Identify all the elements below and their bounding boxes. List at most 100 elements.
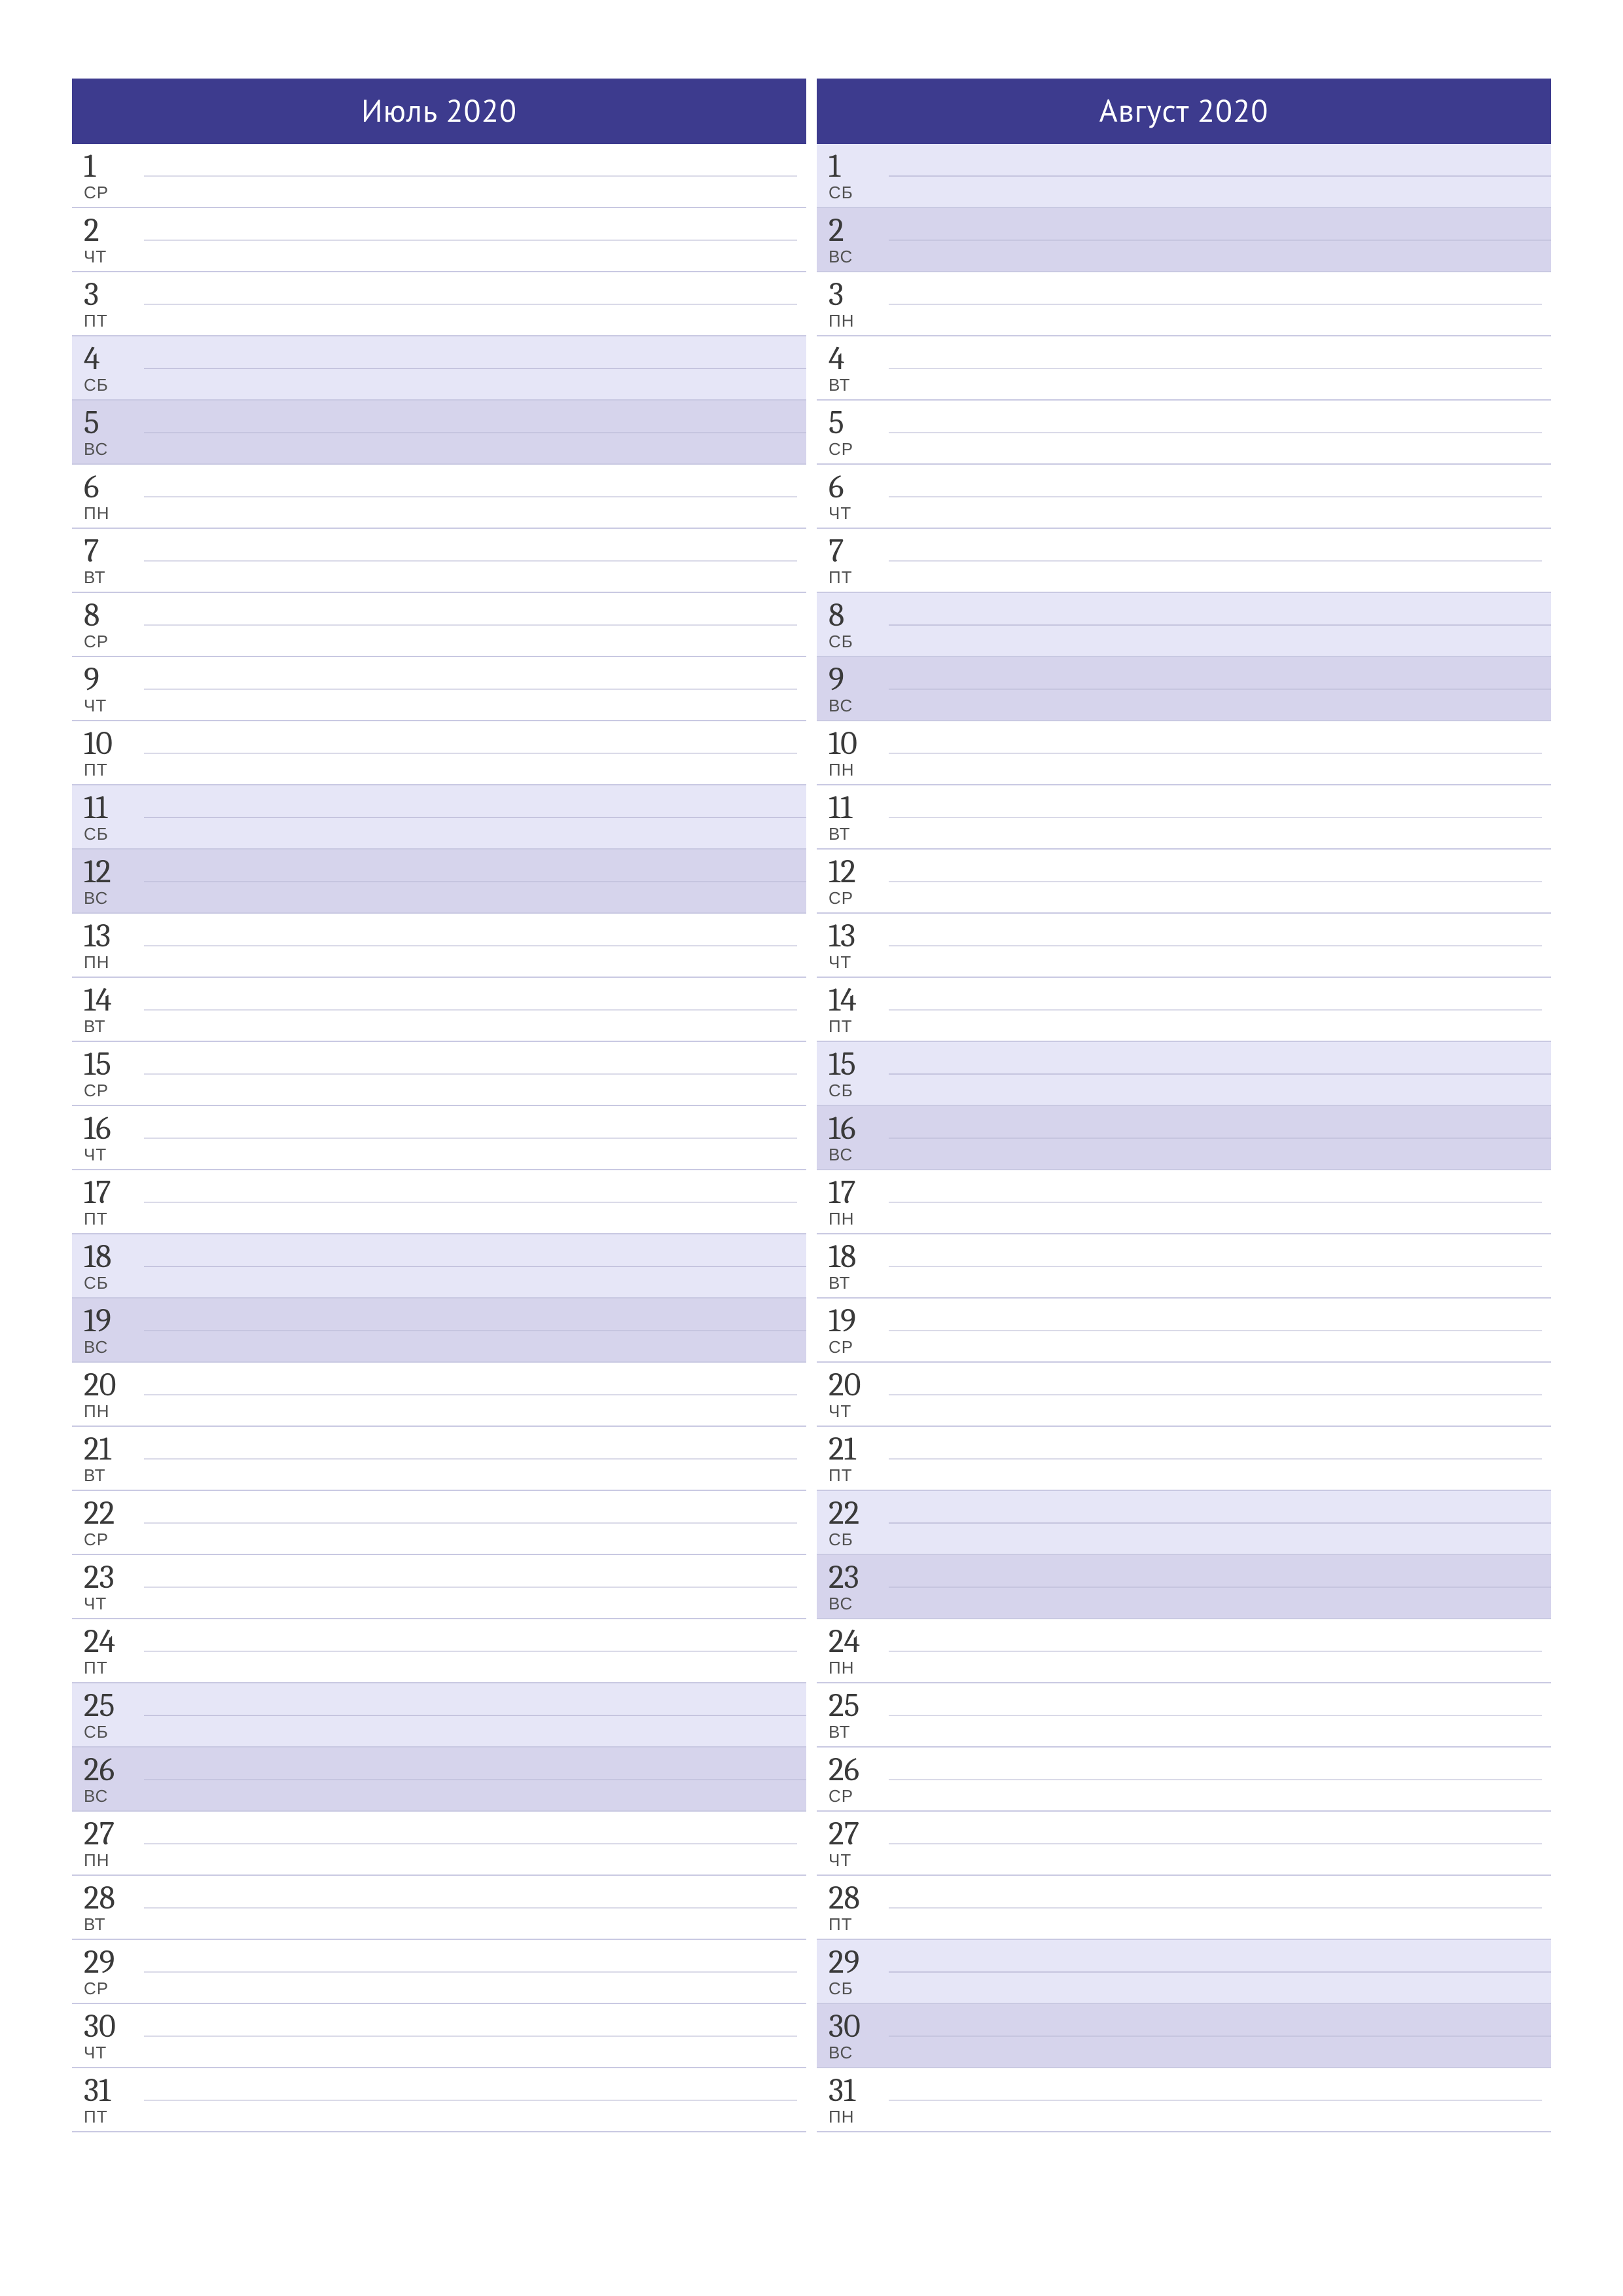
day-row: 27ЧТ [817, 1812, 1551, 1876]
date-block: 25ВТ [817, 1683, 889, 1746]
date-weekday: ПТ [84, 761, 144, 778]
date-block: 1СБ [817, 144, 889, 207]
date-weekday: СБ [84, 825, 144, 842]
note-area [889, 1106, 1551, 1169]
date-weekday: ПН [84, 954, 144, 971]
date-block: 27ПН [72, 1812, 144, 1874]
date-block: 8СБ [817, 593, 889, 656]
date-block: 22СР [72, 1491, 144, 1554]
date-weekday: ПТ [829, 1467, 889, 1484]
note-area [144, 465, 806, 528]
date-block: 23ВС [817, 1555, 889, 1618]
date-number: 18 [84, 1240, 144, 1273]
date-block: 18СБ [72, 1234, 144, 1297]
date-weekday: ВС [829, 697, 889, 714]
day-row: 31ПН [817, 2068, 1551, 2132]
date-weekday: ПН [84, 1403, 144, 1420]
date-number: 19 [829, 1304, 889, 1337]
note-area [144, 914, 806, 977]
day-row: 10ПТ [72, 721, 806, 785]
note-area [144, 1619, 806, 1682]
day-row: 29СБ [817, 1940, 1551, 2004]
date-block: 16ЧТ [72, 1106, 144, 1169]
day-row: 11СБ [72, 785, 806, 850]
day-row: 16ВС [817, 1106, 1551, 1170]
month-title: Август 2020 [817, 79, 1551, 144]
date-weekday: СБ [84, 1274, 144, 1291]
date-number: 7 [84, 535, 144, 567]
day-row: 27ПН [72, 1812, 806, 1876]
date-weekday: ВС [829, 1595, 889, 1612]
day-row: 1СБ [817, 144, 1551, 208]
date-number: 30 [829, 2010, 889, 2043]
date-weekday: СР [84, 1980, 144, 1997]
date-number: 24 [84, 1625, 144, 1658]
date-weekday: ПН [829, 312, 889, 329]
day-row: 4СБ [72, 336, 806, 401]
date-weekday: ПН [84, 1852, 144, 1869]
date-block: 29СР [72, 1940, 144, 2003]
day-row: 20ЧТ [817, 1363, 1551, 1427]
note-area [889, 2068, 1551, 2131]
note-area [144, 401, 806, 463]
date-block: 15СБ [817, 1042, 889, 1105]
date-block: 21ПТ [817, 1427, 889, 1490]
date-weekday: ВС [84, 889, 144, 906]
date-weekday: СБ [829, 1082, 889, 1099]
date-number: 10 [829, 727, 889, 760]
date-number: 5 [829, 406, 889, 439]
date-block: 7ПТ [817, 529, 889, 592]
day-row: 18СБ [72, 1234, 806, 1299]
note-area [889, 1683, 1551, 1746]
date-number: 25 [829, 1689, 889, 1722]
date-block: 13ЧТ [817, 914, 889, 977]
note-area [889, 529, 1551, 592]
day-row: 13ЧТ [817, 914, 1551, 978]
day-row: 14ВТ [72, 978, 806, 1042]
date-weekday: ПТ [84, 2108, 144, 2125]
note-area [144, 1876, 806, 1939]
day-row: 7ПТ [817, 529, 1551, 593]
date-weekday: СР [829, 1338, 889, 1355]
date-number: 23 [829, 1561, 889, 1594]
date-number: 6 [84, 471, 144, 503]
date-block: 11СБ [72, 785, 144, 848]
date-block: 28ПТ [817, 1876, 889, 1939]
date-number: 16 [84, 1112, 144, 1145]
date-number: 31 [829, 2074, 889, 2107]
day-row: 3ПТ [72, 272, 806, 336]
note-area [144, 1170, 806, 1233]
date-weekday: СР [84, 184, 144, 201]
date-number: 17 [829, 1176, 889, 1209]
note-area [144, 1363, 806, 1426]
note-area [889, 1299, 1551, 1361]
date-number: 20 [84, 1369, 144, 1401]
date-number: 29 [829, 1946, 889, 1979]
date-block: 28ВТ [72, 1876, 144, 1939]
day-row: 26ВС [72, 1748, 806, 1812]
note-area [889, 785, 1551, 848]
date-weekday: ПТ [84, 1210, 144, 1227]
date-number: 28 [84, 1882, 144, 1914]
day-row: 10ПН [817, 721, 1551, 785]
day-row: 19СР [817, 1299, 1551, 1363]
date-number: 7 [829, 535, 889, 567]
day-row: 2ЧТ [72, 208, 806, 272]
note-area [144, 144, 806, 207]
day-row: 4ВТ [817, 336, 1551, 401]
date-block: 4СБ [72, 336, 144, 399]
date-block: 31ПТ [72, 2068, 144, 2131]
date-block: 3ПН [817, 272, 889, 335]
day-row: 31ПТ [72, 2068, 806, 2132]
date-block: 21ВТ [72, 1427, 144, 1490]
note-area [144, 785, 806, 848]
note-area [889, 144, 1551, 207]
note-area [889, 978, 1551, 1041]
note-area [144, 1042, 806, 1105]
date-number: 11 [829, 791, 889, 824]
date-weekday: ЧТ [84, 2044, 144, 2061]
date-number: 8 [829, 599, 889, 632]
day-row: 8СР [72, 593, 806, 657]
date-weekday: ПН [829, 1210, 889, 1227]
date-number: 26 [829, 1753, 889, 1786]
